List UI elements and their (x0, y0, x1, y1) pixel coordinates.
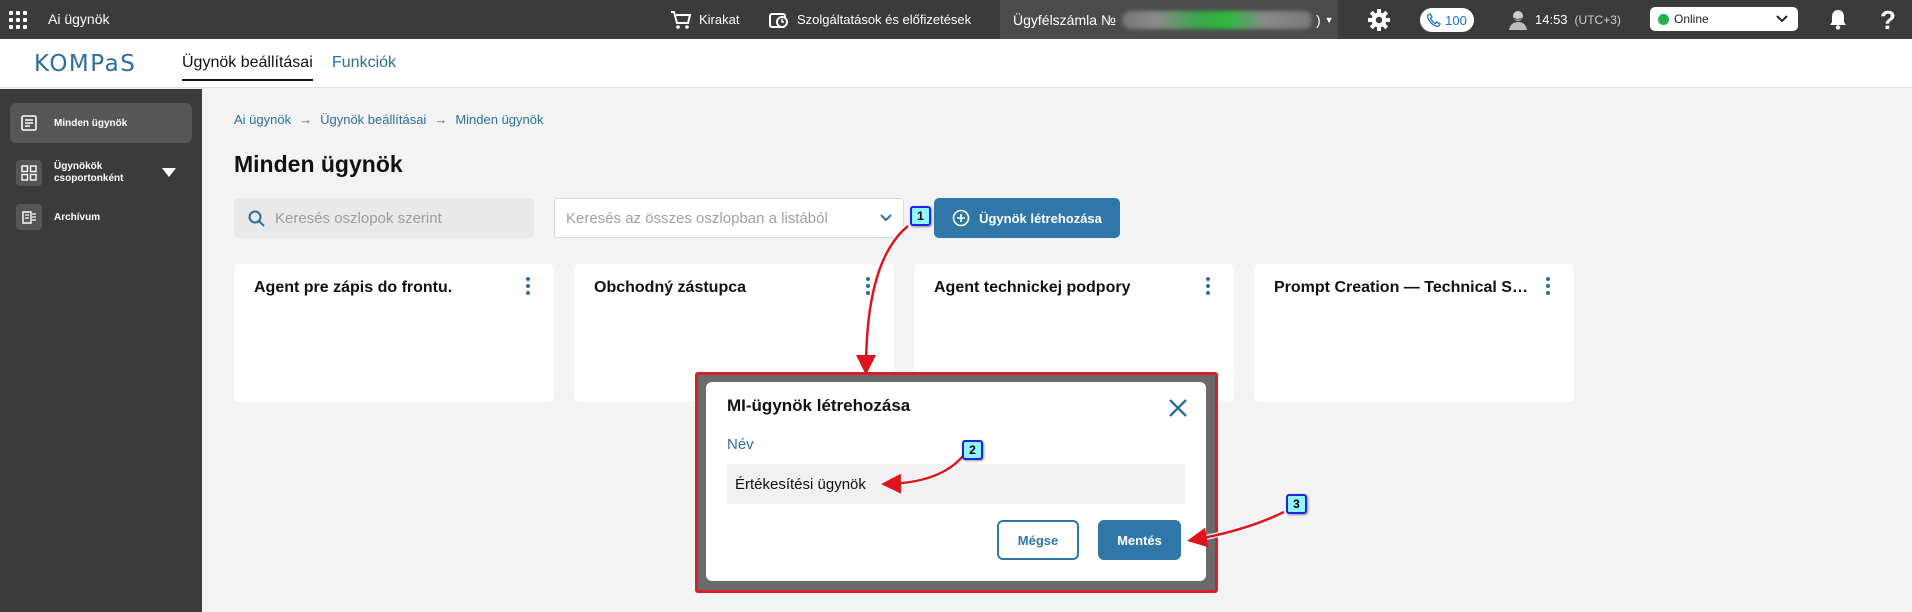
close-icon[interactable] (1168, 398, 1188, 418)
name-field-value: Értékesítési ügynök (735, 475, 866, 493)
sidebar-item-groups[interactable]: Ügynökök csoportonként (10, 153, 192, 193)
annotation-marker: 1 (910, 206, 931, 226)
caret-down-icon: ▼ (1324, 14, 1334, 25)
name-field[interactable]: Értékesítési ügynök (727, 464, 1185, 504)
avatar[interactable] (1508, 9, 1528, 31)
cancel-button[interactable]: Mégse (997, 520, 1079, 560)
search-icon (248, 210, 265, 227)
breadcrumb-item[interactable]: Ügynök beállításai (320, 112, 426, 127)
create-agent-label: Ügynök létrehozása (979, 210, 1102, 226)
sidebar-item-label: Minden ügynök (54, 117, 128, 129)
sidebar-label-line2: csoportonként (54, 173, 124, 184)
name-field-label: Név (727, 436, 754, 453)
chevron-down-icon (880, 214, 892, 222)
sidebar-item-label: Ügynökök csoportonként (54, 161, 123, 185)
calls-count: 100 (1445, 12, 1467, 28)
document-icon (16, 110, 42, 136)
services-label: Szolgáltatások és előfizetések (797, 12, 972, 27)
agent-card[interactable]: Agent pre zápis do frontu. (234, 264, 554, 402)
create-agent-dialog: MI-ügynök létrehozása Név Értékesítési ü… (706, 382, 1206, 581)
services-icon (769, 12, 788, 28)
sidebar-label-line1: Ügynökök (54, 161, 103, 172)
annotation-marker: 3 (1286, 494, 1307, 514)
chevron-down-icon (1776, 15, 1788, 23)
apps-grid-icon[interactable] (9, 11, 27, 29)
account-suffix: ) (1315, 11, 1321, 28)
annotation-marker: 2 (962, 440, 983, 460)
shop-label: Kirakat (699, 12, 740, 27)
calls-badge[interactable]: 100 (1420, 8, 1474, 32)
sub-header: KOMPaS Ügynök beállításai Funkciók (0, 39, 1912, 88)
kebab-menu-icon[interactable] (1206, 277, 1210, 295)
save-button[interactable]: Mentés (1098, 520, 1181, 560)
grid-icon (16, 160, 42, 186)
sidebar-item-all-agents[interactable]: Minden ügynök (10, 103, 192, 143)
app-title: Ai ügynök (48, 11, 110, 27)
kebab-menu-icon[interactable] (866, 277, 870, 295)
bell-icon[interactable] (1828, 8, 1848, 30)
help-icon[interactable]: ? (1880, 5, 1896, 36)
plus-circle-icon (952, 209, 970, 227)
online-dot-icon (1658, 13, 1669, 25)
gear-icon[interactable] (1367, 8, 1391, 32)
shop-link[interactable]: Kirakat (670, 0, 739, 39)
sidebar: Minden ügynök Ügynökök csoportonként Arc… (0, 89, 202, 612)
account-selector[interactable]: Ügyfélszámla № ) ▼ (1000, 0, 1338, 39)
search-input[interactable]: Keresés oszlopok szerint (234, 198, 534, 238)
status-value: Online (1674, 12, 1709, 26)
account-label: Ügyfélszámla № (1013, 11, 1116, 28)
agent-card-title: Agent pre zápis do frontu. (254, 279, 453, 296)
breadcrumb: Ai ügynök → Ügynök beállításai → Minden … (234, 112, 544, 127)
arrow-right-icon: → (434, 112, 448, 127)
sidebar-item-label: Archívum (54, 211, 101, 223)
kebab-menu-icon[interactable] (526, 277, 530, 295)
top-bar: Ai ügynök Kirakat Szolgáltatások és előf… (0, 0, 1912, 39)
tab-functions[interactable]: Funkciók (332, 54, 396, 79)
services-link[interactable]: Szolgáltatások és előfizetések (768, 0, 971, 39)
page-title: Minden ügynök (234, 151, 403, 177)
caret-down-icon[interactable] (162, 168, 176, 177)
cart-icon (671, 10, 692, 29)
arrow-right-icon: → (299, 112, 313, 127)
status-select[interactable]: Online (1650, 7, 1798, 31)
create-agent-button[interactable]: Ügynök létrehozása (934, 198, 1120, 238)
phone-icon (1427, 13, 1442, 27)
sidebar-item-archive[interactable]: Archívum (10, 197, 192, 237)
agent-card-title: Prompt Creation — Technical Support (1274, 279, 1534, 296)
column-select-placeholder: Keresés az összes oszlopban a listából (566, 209, 828, 227)
clock-time: 14:53 (1535, 12, 1568, 27)
archive-icon (16, 204, 42, 230)
search-placeholder: Keresés oszlopok szerint (275, 209, 442, 227)
breadcrumb-item[interactable]: Ai ügynök (234, 112, 291, 127)
column-search-select[interactable]: Keresés az összes oszlopban a listából (554, 198, 904, 238)
user-clock: 14:53 (UTC+3) (1508, 0, 1621, 39)
tab-agent-settings[interactable]: Ügynök beállításai (182, 54, 313, 81)
breadcrumb-item[interactable]: Minden ügynök (455, 112, 543, 127)
agent-card-title: Obchodný zástupca (594, 279, 747, 296)
agent-card[interactable]: Prompt Creation — Technical Support (1254, 264, 1574, 402)
timezone: (UTC+3) (1574, 12, 1621, 27)
dialog-title: MI-ügynök létrehozása (727, 396, 911, 415)
kebab-menu-icon[interactable] (1546, 277, 1550, 295)
account-number-redacted (1121, 10, 1312, 29)
logo: KOMPaS (34, 51, 137, 77)
agent-card-title: Agent technickej podpory (934, 279, 1131, 296)
